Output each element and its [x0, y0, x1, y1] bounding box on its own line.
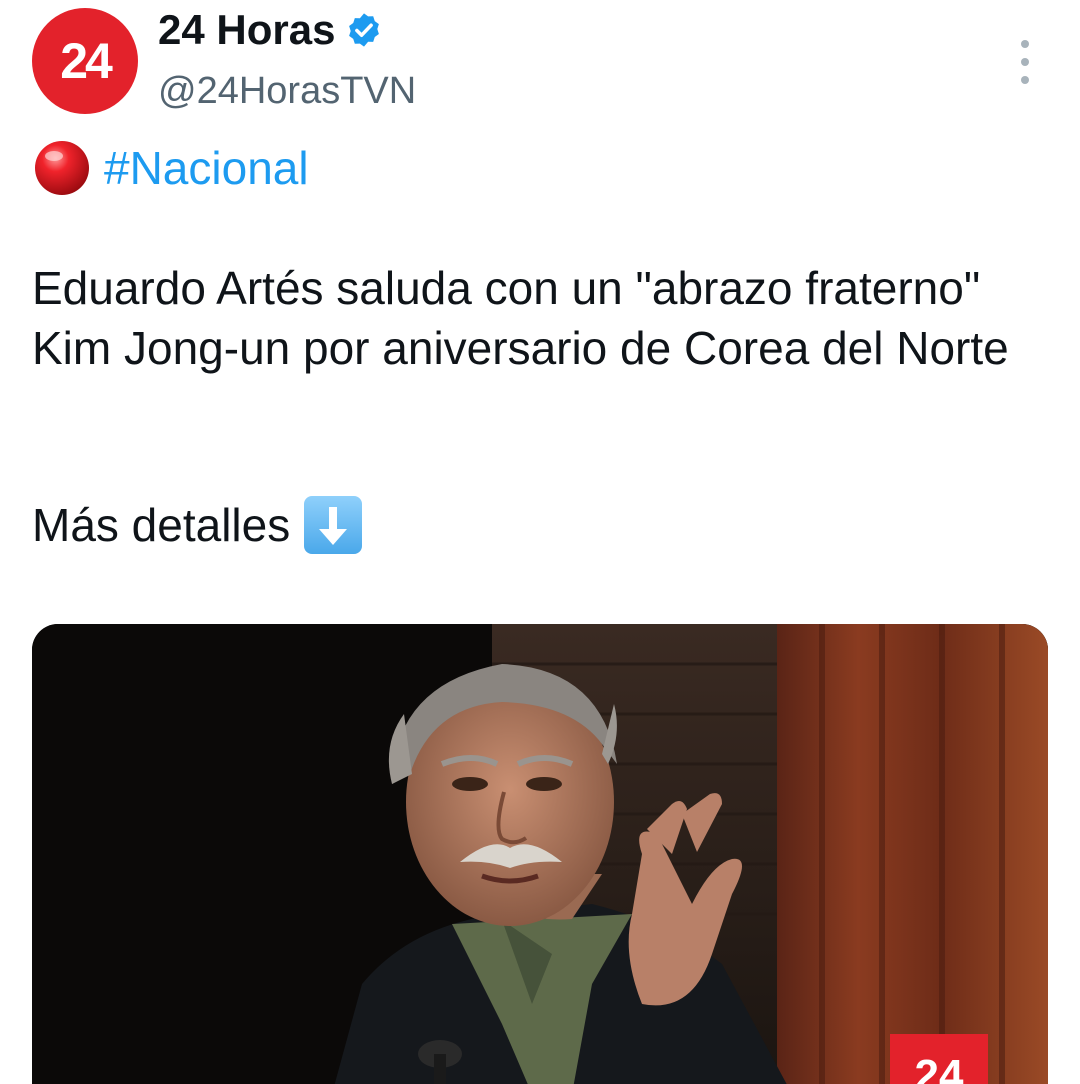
more-options-icon[interactable]	[1010, 40, 1040, 84]
hashtag-link[interactable]: #Nacional	[104, 141, 309, 195]
more-details-line: Más detalles	[32, 496, 363, 554]
tweet-card[interactable]: 24 24 Horas @24HorasTVN #Nacional Eduard…	[0, 0, 1080, 1084]
verified-badge-icon	[349, 13, 380, 47]
author-handle[interactable]: @24HorasTVN	[158, 70, 416, 113]
more-details-text: Más detalles	[32, 499, 291, 551]
avatar-logo-text: 24	[60, 33, 113, 89]
red-circle-emoji	[35, 141, 89, 195]
avatar[interactable]: 24	[32, 8, 138, 114]
display-name[interactable]: 24 Horas	[158, 6, 335, 54]
hashtag-line: #Nacional	[32, 138, 309, 198]
down-arrow-emoji	[304, 496, 363, 554]
tweet-media-image[interactable]: 24	[32, 624, 1048, 1084]
tweet-text: Eduardo Artés saluda con un "abrazo frat…	[32, 262, 1009, 374]
media-watermark-logo: 24	[915, 1051, 964, 1084]
author-name-row: 24 Horas	[158, 6, 383, 54]
